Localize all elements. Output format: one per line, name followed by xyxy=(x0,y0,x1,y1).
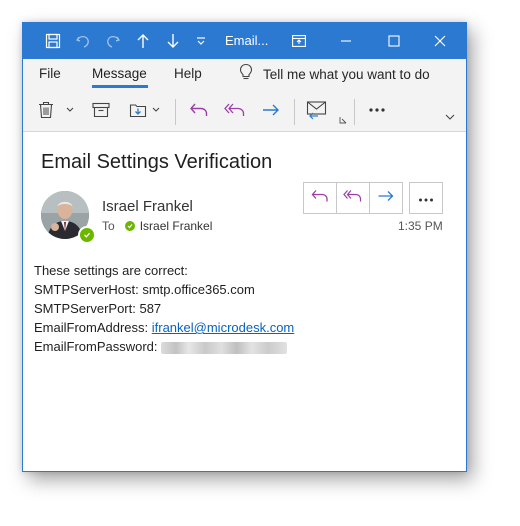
menu-bar: File Message Help Tell me what you want … xyxy=(23,59,466,89)
redo-icon[interactable] xyxy=(101,23,125,59)
email-from-password-label: EmailFromPassword: xyxy=(34,339,158,354)
archive-icon[interactable] xyxy=(89,97,113,123)
toolbar-divider xyxy=(354,99,355,125)
delete-dropdown-chevron-icon[interactable] xyxy=(63,97,77,123)
lightbulb-icon xyxy=(239,63,253,86)
recipient-presence-icon xyxy=(124,221,135,231)
body-line: EmailFromPassword: xyxy=(34,337,294,356)
save-icon[interactable] xyxy=(41,23,65,59)
reply-icon xyxy=(311,189,329,208)
dialog-launcher-icon[interactable] xyxy=(338,115,348,125)
menu-file[interactable]: File xyxy=(39,66,61,81)
tell-me-search[interactable]: Tell me what you want to do xyxy=(239,63,430,86)
presence-available-icon xyxy=(78,226,96,244)
body-line: SMTPServerPort: 587 xyxy=(34,301,162,316)
forward-icon xyxy=(377,189,395,208)
recipient-name[interactable]: Israel Frankel xyxy=(140,219,213,233)
menu-message[interactable]: Message xyxy=(92,66,147,81)
maximize-icon[interactable] xyxy=(381,23,407,59)
undo-icon[interactable] xyxy=(71,23,95,59)
email-window: Email... File Message Help Tell me what … xyxy=(22,22,467,472)
blurred-password xyxy=(160,341,287,354)
reply-all-icon[interactable] xyxy=(222,97,248,123)
forward-icon[interactable] xyxy=(259,97,283,123)
reply-all-icon xyxy=(343,189,363,208)
recipient-row: To Israel Frankel xyxy=(102,219,212,233)
more-icon xyxy=(418,189,434,207)
tell-me-placeholder: Tell me what you want to do xyxy=(263,66,430,82)
menu-help[interactable]: Help xyxy=(174,66,202,81)
reply-actions-group xyxy=(303,182,403,214)
email-subject: Email Settings Verification xyxy=(41,151,273,173)
more-actions-button[interactable] xyxy=(409,182,443,214)
to-label: To xyxy=(102,219,115,233)
minimize-icon[interactable] xyxy=(333,23,359,59)
up-arrow-icon[interactable] xyxy=(131,23,155,59)
email-address-link[interactable]: ifrankel@microdesk.com xyxy=(152,320,295,335)
body-line: These settings are correct: xyxy=(34,263,188,278)
email-from-address-label: EmailFromAddress: xyxy=(34,320,152,335)
ribbon-toolbar xyxy=(23,89,466,132)
move-dropdown-chevron-icon[interactable] xyxy=(150,97,162,123)
forward-button[interactable] xyxy=(369,183,402,213)
active-tab-indicator xyxy=(92,85,148,88)
body-line: SMTPServerHost: smtp.office365.com xyxy=(34,282,255,297)
body-line: EmailFromAddress: ifrankel@microdesk.com xyxy=(34,318,294,337)
toolbar-divider xyxy=(175,99,176,125)
meeting-reply-icon[interactable] xyxy=(304,97,330,123)
window-title: Email... xyxy=(225,33,269,48)
more-icon[interactable] xyxy=(365,97,389,123)
move-icon[interactable] xyxy=(127,97,149,123)
delete-icon[interactable] xyxy=(35,97,57,123)
title-bar: Email... xyxy=(23,23,466,59)
reply-all-button[interactable] xyxy=(336,183,369,213)
sender-name[interactable]: Israel Frankel xyxy=(102,198,193,215)
ribbon-display-icon[interactable] xyxy=(287,23,311,59)
email-body: These settings are correct: SMTPServerHo… xyxy=(34,261,294,356)
toolbar-divider xyxy=(294,99,295,125)
reply-icon[interactable] xyxy=(187,97,211,123)
collapse-ribbon-chevron-icon[interactable] xyxy=(443,111,457,123)
received-time: 1:35 PM xyxy=(398,219,443,233)
customize-icon[interactable] xyxy=(191,23,211,59)
reply-button[interactable] xyxy=(304,183,336,213)
down-arrow-icon[interactable] xyxy=(161,23,185,59)
close-icon[interactable] xyxy=(427,23,453,59)
